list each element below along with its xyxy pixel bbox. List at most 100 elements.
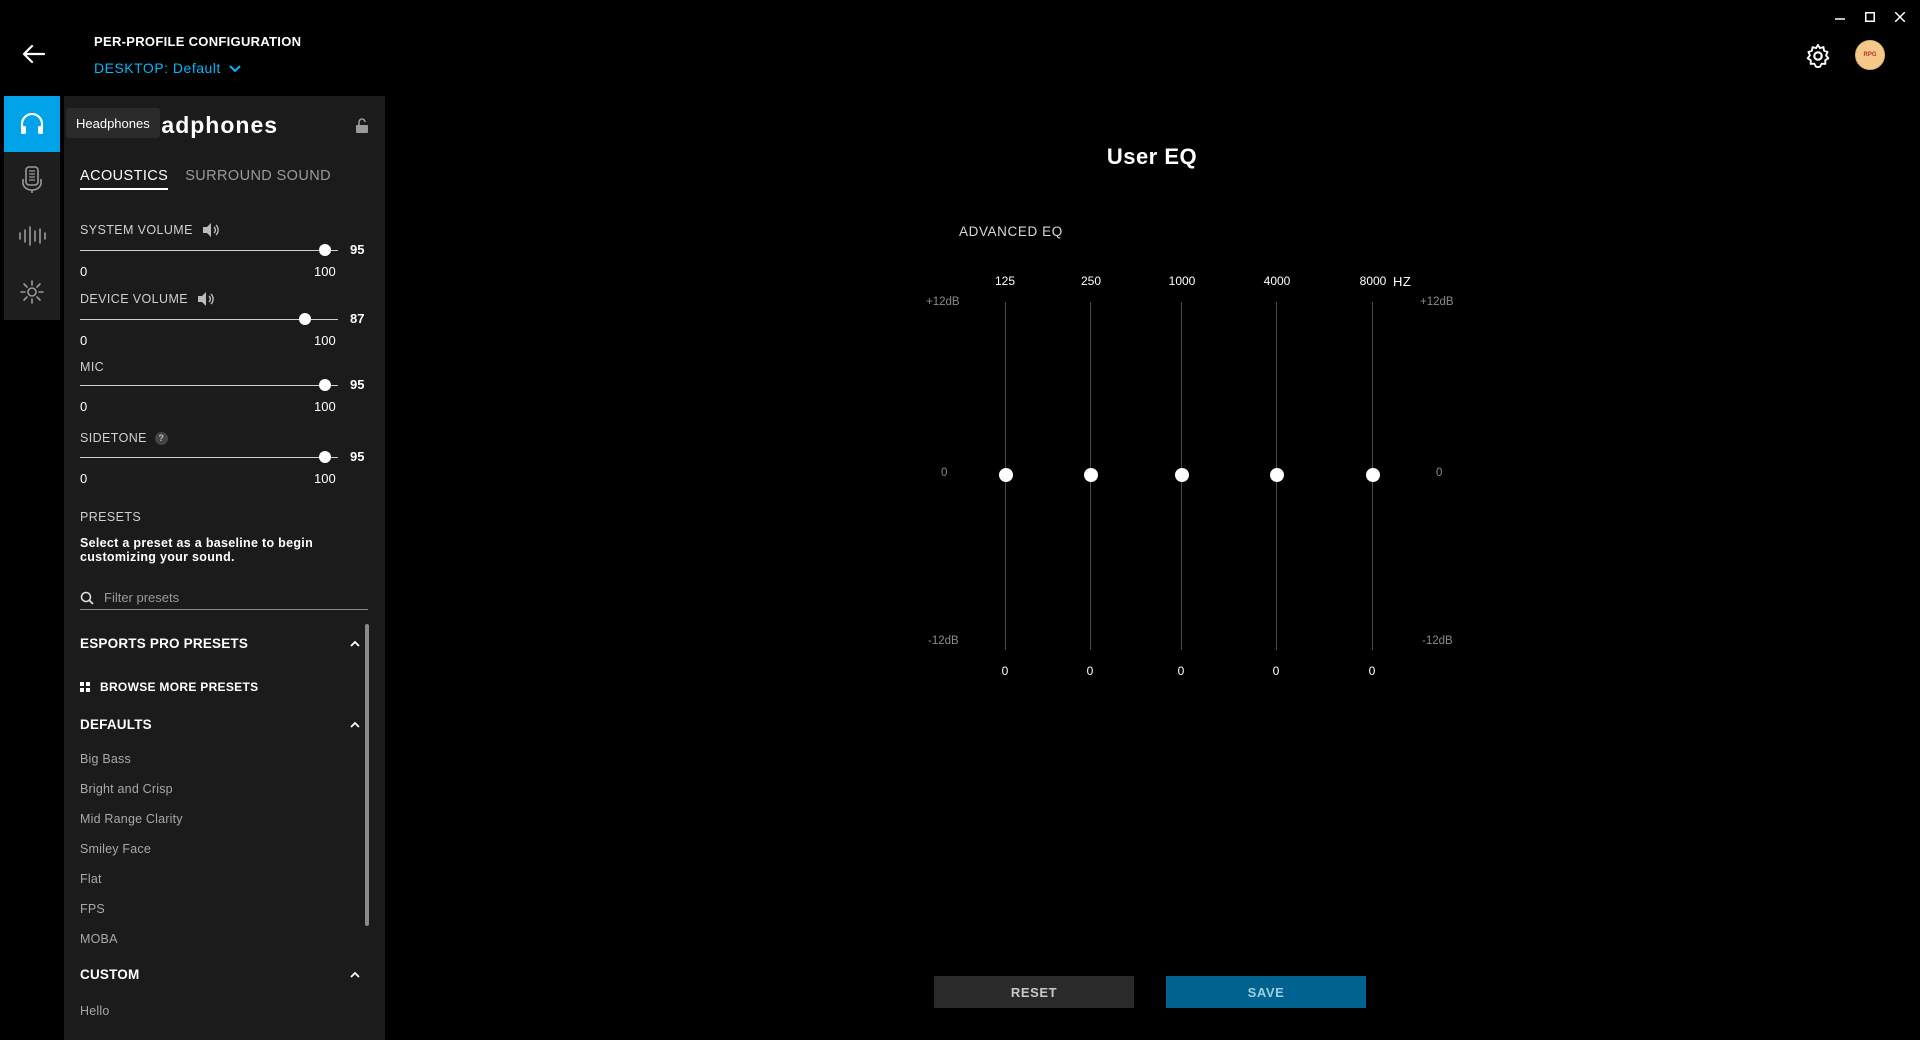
slider-value: 95 [350, 449, 365, 464]
back-button[interactable] [22, 44, 62, 74]
eq-band-frequency: 125 [994, 274, 1016, 288]
slider-label: MIC [80, 360, 105, 374]
preset-item[interactable]: MOBA [80, 932, 118, 946]
esports-section-header[interactable]: ESPORTS PRO PRESETS [80, 636, 360, 651]
preset-item[interactable]: Bright and Crisp [80, 782, 173, 796]
rail-item-equalizer[interactable] [4, 208, 60, 264]
microphone-icon [22, 166, 42, 193]
reset-button[interactable]: RESET [934, 976, 1134, 1008]
slider-thumb[interactable] [299, 313, 311, 325]
slider-max: 100 [314, 264, 336, 279]
preset-item[interactable]: Big Bass [80, 752, 131, 766]
lock-button[interactable] [355, 118, 369, 139]
slider-min: 0 [80, 471, 88, 486]
tab-surround-sound[interactable]: SURROUND SOUND [185, 168, 331, 190]
slider-label: SYSTEM VOLUME [80, 223, 193, 237]
browse-more-presets-button[interactable]: BROWSE MORE PRESETS [80, 680, 258, 694]
db-mid-right: 0 [1436, 467, 1443, 479]
preset-item[interactable]: Flat [80, 872, 102, 886]
db-top-left: +12dB [926, 296, 960, 308]
lighting-icon [20, 280, 44, 304]
custom-section-header[interactable]: CUSTOM [80, 967, 360, 982]
slider-value: 87 [350, 311, 365, 326]
preset-item[interactable]: Hello [80, 1004, 110, 1018]
grid-icon [80, 682, 90, 692]
profile-label: DESKTOP: Default [94, 60, 221, 76]
device-rail [4, 96, 60, 320]
speaker-icon[interactable] [196, 291, 216, 307]
mic-slider[interactable] [80, 385, 338, 386]
profile-dropdown[interactable]: DESKTOP: Default [94, 60, 241, 76]
slider-min: 0 [80, 399, 88, 414]
speaker-icon[interactable] [201, 222, 221, 238]
section-title: DEFAULTS [80, 717, 152, 732]
filter-presets-input[interactable] [104, 590, 354, 605]
defaults-section-header[interactable]: DEFAULTS [80, 717, 360, 732]
browse-label: BROWSE MORE PRESETS [100, 680, 259, 694]
settings-button[interactable] [1804, 42, 1836, 74]
settings-panel: Headphones ACOUSTICS SURROUND SOUND SYST… [64, 96, 385, 1040]
save-button[interactable]: SAVE [1166, 976, 1366, 1008]
eq-band-value: 0 [1001, 664, 1009, 678]
sidetone-slider[interactable] [80, 457, 338, 458]
unlock-icon [356, 118, 368, 133]
close-icon [1895, 12, 1905, 22]
eq-band-frequency: 250 [1080, 274, 1102, 288]
rail-item-lighting[interactable] [4, 264, 60, 320]
eq-band-thumb[interactable] [1270, 468, 1284, 482]
arrow-left-icon [22, 44, 46, 64]
preset-item[interactable]: Smiley Face [80, 842, 151, 856]
chevron-down-icon [229, 65, 241, 73]
slider-thumb[interactable] [319, 244, 331, 256]
presets-label: PRESETS [80, 510, 142, 524]
chevron-up-icon [350, 971, 360, 978]
eq-band-value: 0 [1272, 664, 1280, 678]
rail-item-microphone[interactable] [4, 152, 60, 208]
slider-min: 0 [80, 333, 88, 348]
close-button[interactable] [1888, 8, 1912, 26]
eq-band-frequency: 8000 [1359, 274, 1387, 288]
presets-scrollbar[interactable] [365, 624, 369, 926]
slider-max: 100 [314, 399, 336, 414]
slider-value: 95 [350, 377, 365, 392]
slider-max: 100 [314, 333, 336, 348]
help-icon[interactable]: ? [154, 431, 168, 445]
advanced-eq-label: ADVANCED EQ [959, 224, 1063, 239]
eq-band-thumb[interactable] [999, 468, 1013, 482]
section-title: CUSTOM [80, 967, 140, 982]
db-mid-left: 0 [941, 467, 948, 479]
tooltip: Headphones [66, 108, 160, 138]
headphones-icon [20, 112, 44, 134]
preset-item[interactable]: Mid Range Clarity [80, 812, 183, 826]
slider-label: SIDETONE [80, 431, 147, 445]
eq-band-thumb[interactable] [1084, 468, 1098, 482]
eq-band-thumb[interactable] [1175, 468, 1189, 482]
rail-item-headphones[interactable] [4, 96, 60, 152]
panel-tabs: ACOUSTICS SURROUND SOUND [80, 168, 331, 190]
avatar-text: RPG [1863, 52, 1877, 58]
chevron-up-icon [350, 640, 360, 647]
db-bottom-right: -12dB [1422, 635, 1453, 647]
system-volume-slider[interactable] [80, 250, 338, 251]
presets-description: Select a preset as a baseline to begin c… [80, 536, 314, 564]
page-title: PER-PROFILE CONFIGURATION [94, 34, 302, 49]
avatar[interactable]: RPG [1855, 40, 1885, 70]
gear-icon [1806, 43, 1830, 69]
maximize-button[interactable] [1858, 8, 1882, 26]
db-top-right: +12dB [1420, 296, 1454, 308]
db-bottom-left: -12dB [928, 635, 959, 647]
slider-thumb[interactable] [319, 379, 331, 391]
minimize-button[interactable] [1828, 8, 1852, 26]
eq-band-value: 0 [1177, 664, 1185, 678]
slider-value: 95 [350, 242, 365, 257]
eq-band-frequency: 1000 [1168, 274, 1196, 288]
slider-label: DEVICE VOLUME [80, 292, 189, 306]
preset-item[interactable]: FPS [80, 902, 105, 916]
tab-acoustics[interactable]: ACOUSTICS [80, 168, 169, 190]
chevron-up-icon [350, 721, 360, 728]
minimize-icon [1835, 18, 1845, 20]
slider-thumb[interactable] [319, 451, 331, 463]
eq-title: User EQ [1106, 144, 1198, 169]
eq-band-value: 0 [1086, 664, 1094, 678]
eq-band-thumb[interactable] [1366, 468, 1380, 482]
